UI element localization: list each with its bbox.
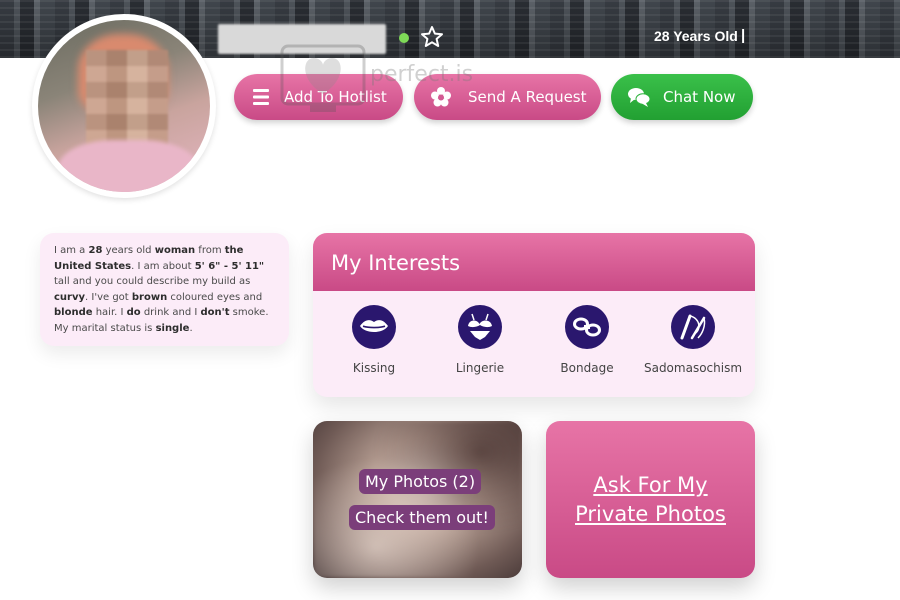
bio-text: I am a 28 years old woman from the Unite… xyxy=(54,243,275,336)
interests-card: My Interests Kissing Lingerie Bondage Sa… xyxy=(313,233,755,397)
interest-label: Sadomasochism xyxy=(643,361,743,375)
bio-card: I am a 28 years old woman from the Unite… xyxy=(40,233,289,346)
interest-item-lingerie[interactable]: Lingerie xyxy=(425,305,535,375)
ask-private-photos-link[interactable]: Ask For My Private Photos xyxy=(575,471,726,529)
chat-label: Chat Now xyxy=(663,88,736,106)
bio-fragment: . I am about xyxy=(131,260,195,272)
interest-item-bondage[interactable]: Bondage xyxy=(532,305,642,375)
bio-highlight: brown xyxy=(131,291,168,303)
bio-fragment: from xyxy=(195,245,225,256)
my-photos-card[interactable]: My Photos (2) Check them out! xyxy=(313,421,522,578)
bio-fragment: tall and you could describe my build as xyxy=(54,276,251,287)
photos-count-badge: My Photos (2) xyxy=(359,469,482,494)
lingerie-icon xyxy=(458,305,502,349)
bio-highlight: curvy xyxy=(54,291,86,303)
online-status-dot xyxy=(399,33,409,43)
bio-highlight: blonde xyxy=(54,307,93,318)
handcuffs-icon xyxy=(565,305,609,349)
bio-highlight: 28 xyxy=(88,245,103,256)
bio-fragment: drink and I xyxy=(140,307,201,318)
profile-avatar[interactable] xyxy=(32,14,216,198)
bio-fragment: . xyxy=(189,322,193,334)
bio-highlight: single xyxy=(155,322,190,334)
chat-now-button[interactable]: Chat Now xyxy=(611,74,753,120)
interests-title: My Interests xyxy=(313,233,755,291)
flower-icon xyxy=(431,87,451,107)
bio-highlight: do xyxy=(126,307,141,318)
bio-fragment: I am a xyxy=(54,245,89,256)
bio-fragment: hair. I xyxy=(92,307,127,318)
avatar-photo-blurred xyxy=(38,20,210,192)
request-label: Send A Request xyxy=(468,88,587,106)
bio-fragment: . I've got xyxy=(85,291,132,303)
interest-item-sadomasochism[interactable]: Sadomasochism xyxy=(638,305,748,375)
whip-icon xyxy=(671,305,715,349)
ask-line-1: Ask For My xyxy=(593,472,708,497)
bio-highlight: woman xyxy=(154,245,196,256)
chat-bubbles-icon xyxy=(628,88,651,107)
interest-label: Bondage xyxy=(560,361,614,375)
ask-line-2: Private Photos xyxy=(575,501,726,526)
interest-label: Kissing xyxy=(352,361,396,375)
bio-fragment: years old xyxy=(102,245,155,256)
list-icon xyxy=(253,89,269,105)
ask-private-photos-button[interactable]: Ask For My Private Photos xyxy=(546,421,755,578)
favorite-star-icon[interactable] xyxy=(420,25,444,49)
interest-item-kissing[interactable]: Kissing xyxy=(319,305,429,375)
username-blurred xyxy=(218,24,386,54)
interest-label: Lingerie xyxy=(455,361,505,375)
bio-highlight: don't xyxy=(200,307,230,318)
bio-fragment: coloured eyes and xyxy=(167,291,263,303)
watermark-text: perfect.is xyxy=(370,62,474,87)
age-label: 28 Years Old xyxy=(654,28,738,44)
photos-cta-badge[interactable]: Check them out! xyxy=(349,505,495,530)
header-separator: | xyxy=(741,27,746,44)
hotlist-label: Add To Hotlist xyxy=(284,88,387,106)
lips-icon xyxy=(352,305,396,349)
bio-highlight: 5' 6" - 5' 11" xyxy=(194,260,265,272)
